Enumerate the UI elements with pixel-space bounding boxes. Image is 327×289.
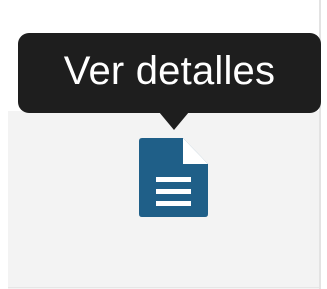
document-icon [139, 138, 208, 217]
tooltip-arrow [159, 112, 189, 130]
tooltip-text: Ver detalles [63, 49, 276, 93]
cell-bottom-divider [8, 287, 319, 288]
view-details-icon[interactable] [139, 138, 209, 218]
ui-fragment: Ver detalles [0, 0, 327, 289]
tooltip: Ver detalles [18, 33, 321, 113]
